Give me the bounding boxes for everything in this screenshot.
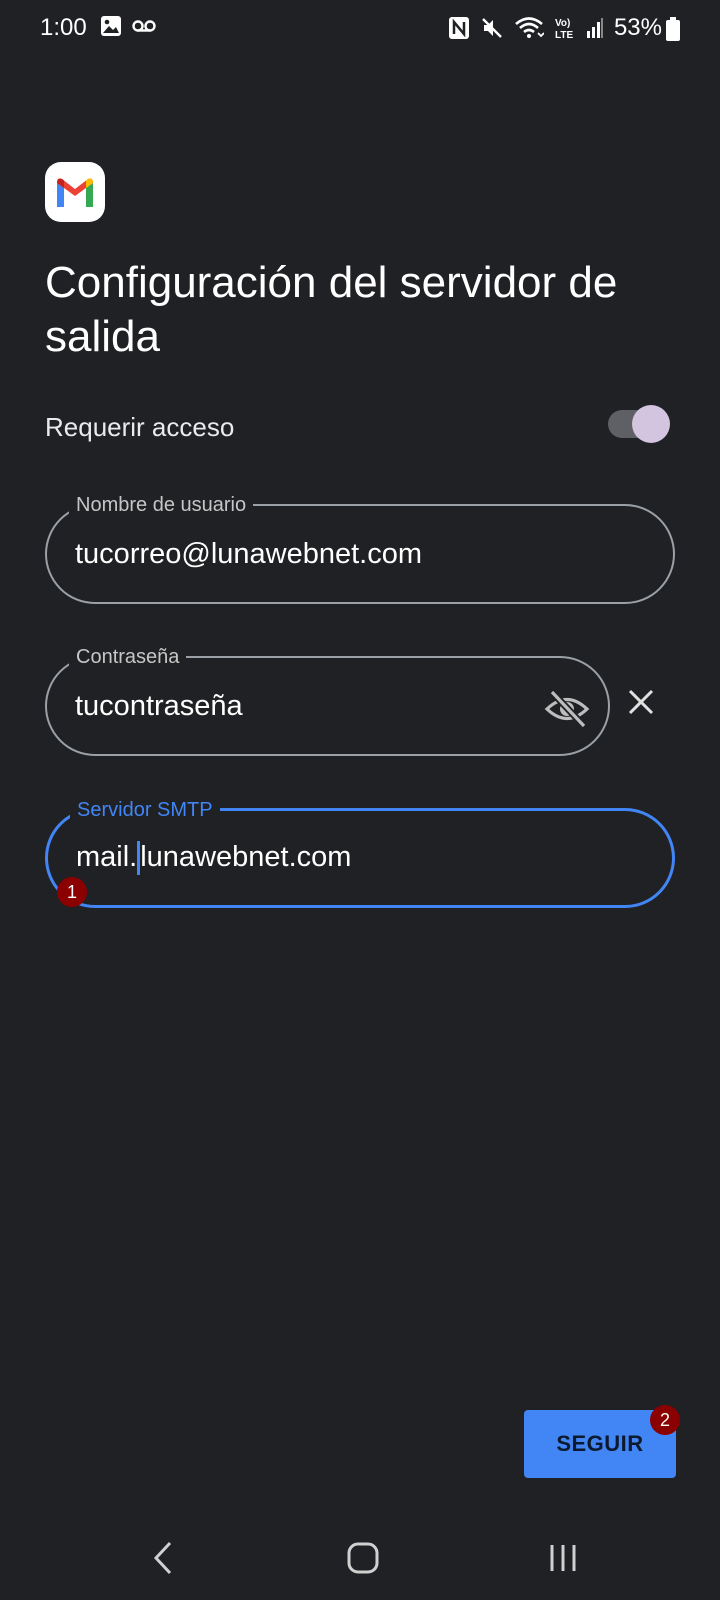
page-title: Configuración del servidor de salida	[45, 258, 618, 361]
back-button[interactable]	[138, 1536, 188, 1580]
username-field[interactable]: Nombre de usuario tucorreo@lunawebnet.co…	[45, 493, 675, 604]
smtp-value-after-cursor: lunawebnet.com	[140, 841, 352, 873]
image-icon	[100, 15, 122, 37]
smtp-server-label: Servidor SMTP	[70, 798, 220, 822]
wifi-icon	[514, 16, 544, 40]
navigation-bar	[0, 1518, 720, 1600]
require-access-label: Requerir acceso	[45, 412, 235, 442]
close-icon[interactable]	[627, 688, 655, 716]
status-bar: 1:00 Vo) LTE 53%	[0, 0, 720, 58]
smtp-server-field[interactable]: Servidor SMTP mail. lunawebnet.com	[45, 798, 675, 908]
svg-text:LTE: LTE	[555, 30, 573, 40]
gmail-icon	[45, 162, 105, 222]
toggle-thumb	[632, 405, 670, 443]
username-label: Nombre de usuario	[69, 493, 254, 517]
password-field[interactable]: Contraseña tucontraseña	[45, 645, 610, 756]
require-access-toggle[interactable]	[608, 405, 670, 443]
visibility-off-icon[interactable]	[544, 686, 590, 732]
recents-button[interactable]	[538, 1536, 588, 1580]
username-value: tucorreo@lunawebnet.com	[75, 538, 423, 570]
smtp-value-before-cursor: mail.	[76, 841, 138, 873]
annotation-badge-2: 2	[650, 1405, 680, 1435]
password-label: Contraseña	[69, 645, 187, 669]
password-value: tucontraseña	[75, 690, 243, 722]
battery-percent: 53%	[613, 14, 662, 41]
svg-text:Vo): Vo)	[555, 18, 570, 29]
require-access-row: Requerir acceso	[45, 404, 670, 444]
smtp-server-value: mail. lunawebnet.com	[76, 841, 352, 876]
signal-icon	[586, 17, 604, 39]
mute-icon	[480, 16, 504, 40]
back-icon	[153, 1541, 172, 1575]
home-button[interactable]	[338, 1536, 388, 1580]
nfc-icon	[448, 16, 470, 40]
voicemail-icon	[132, 19, 156, 33]
annotation-badge-1: 1	[57, 877, 87, 907]
status-time: 1:00	[40, 14, 87, 41]
recents-icon	[550, 1545, 576, 1571]
battery-icon	[666, 17, 680, 41]
home-icon	[347, 1542, 379, 1574]
volte-icon: Vo) LTE	[554, 16, 576, 40]
